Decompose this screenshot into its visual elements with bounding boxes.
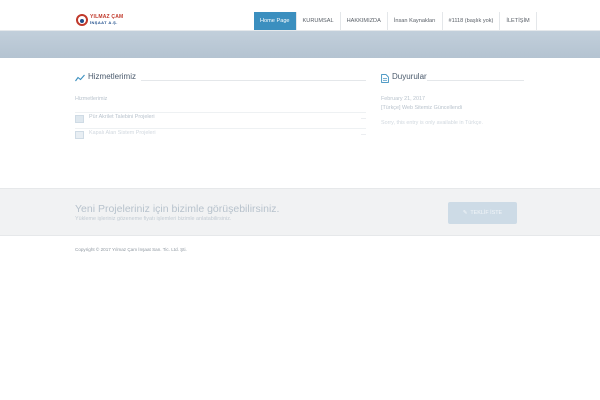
cta-title: Yeni Projeleriniz için bizimle görüşebil… bbox=[75, 203, 280, 215]
service-item[interactable]: Kapalı Alan Sistem Projeleri — bbox=[75, 128, 366, 141]
request-quote-button[interactable]: ✎ TEKLİF İSTE bbox=[448, 202, 517, 224]
cta-strip: Yeni Projeleriniz için bizimle görüşebil… bbox=[0, 188, 600, 236]
logo-text-line2: İNŞAAT A.Ş. bbox=[90, 20, 118, 25]
request-quote-label: TEKLİF İSTE bbox=[470, 210, 503, 216]
nav-item-hakkimizda[interactable]: HAKKIMIZDA bbox=[339, 12, 387, 30]
service-thumbnail-icon bbox=[75, 131, 84, 139]
expand-icon[interactable]: — bbox=[361, 132, 366, 138]
trend-chart-icon bbox=[75, 74, 85, 82]
nav-item-iletisim[interactable]: İLETİŞİM bbox=[499, 12, 537, 30]
cart-icon: ✎ bbox=[462, 210, 468, 216]
expand-icon[interactable]: — bbox=[361, 116, 366, 122]
cta-subtitle: Yükleme işleriniz gözeneme fiyatı işleml… bbox=[75, 216, 232, 222]
top-header: YILMAZ ÇAM İNŞAAT A.Ş. Home Page KURUMSA… bbox=[0, 0, 600, 31]
announcement-link[interactable]: [Türkçe] Web Sitemiz Güncellendi bbox=[381, 105, 462, 111]
services-title-divider bbox=[141, 80, 366, 81]
announcements-title-divider bbox=[427, 80, 524, 81]
service-item[interactable]: Pür Akrilet Talebini Projeleri — bbox=[75, 112, 366, 125]
nav-item-untitled[interactable]: #1118 (başlık yok) bbox=[441, 12, 500, 30]
company-logo[interactable]: YILMAZ ÇAM İNŞAAT A.Ş. bbox=[76, 14, 134, 27]
announcement-body: Sorry, this entry is only available in T… bbox=[381, 120, 483, 126]
document-icon bbox=[381, 74, 389, 83]
services-subtitle: Hizmetlerimiz bbox=[75, 96, 108, 102]
announcement-date: February 21, 2017 bbox=[381, 96, 426, 102]
logo-mark-icon bbox=[76, 14, 88, 26]
page-banner bbox=[0, 31, 600, 58]
announcements-section: Duyurular February 21, 2017 [Türkçe] Web… bbox=[381, 72, 524, 152]
nav-item-kurumsal[interactable]: KURUMSAL bbox=[295, 12, 340, 30]
services-title: Hizmetlerimiz bbox=[88, 72, 136, 81]
footer-copyright: Copyright © 2017 Yılmaz Çam İnşaat San. … bbox=[75, 247, 187, 252]
main-nav: Home Page KURUMSAL HAKKIMIZDA İnsan Kayn… bbox=[254, 12, 537, 30]
service-item-label: Pür Akrilet Talebini Projeleri bbox=[89, 114, 155, 120]
announcements-title: Duyurular bbox=[392, 72, 427, 81]
service-item-label: Kapalı Alan Sistem Projeleri bbox=[89, 130, 156, 136]
nav-item-home[interactable]: Home Page bbox=[254, 12, 296, 30]
nav-item-insan-kaynaklari[interactable]: İnsan Kaynakları bbox=[386, 12, 442, 30]
service-thumbnail-icon bbox=[75, 115, 84, 123]
